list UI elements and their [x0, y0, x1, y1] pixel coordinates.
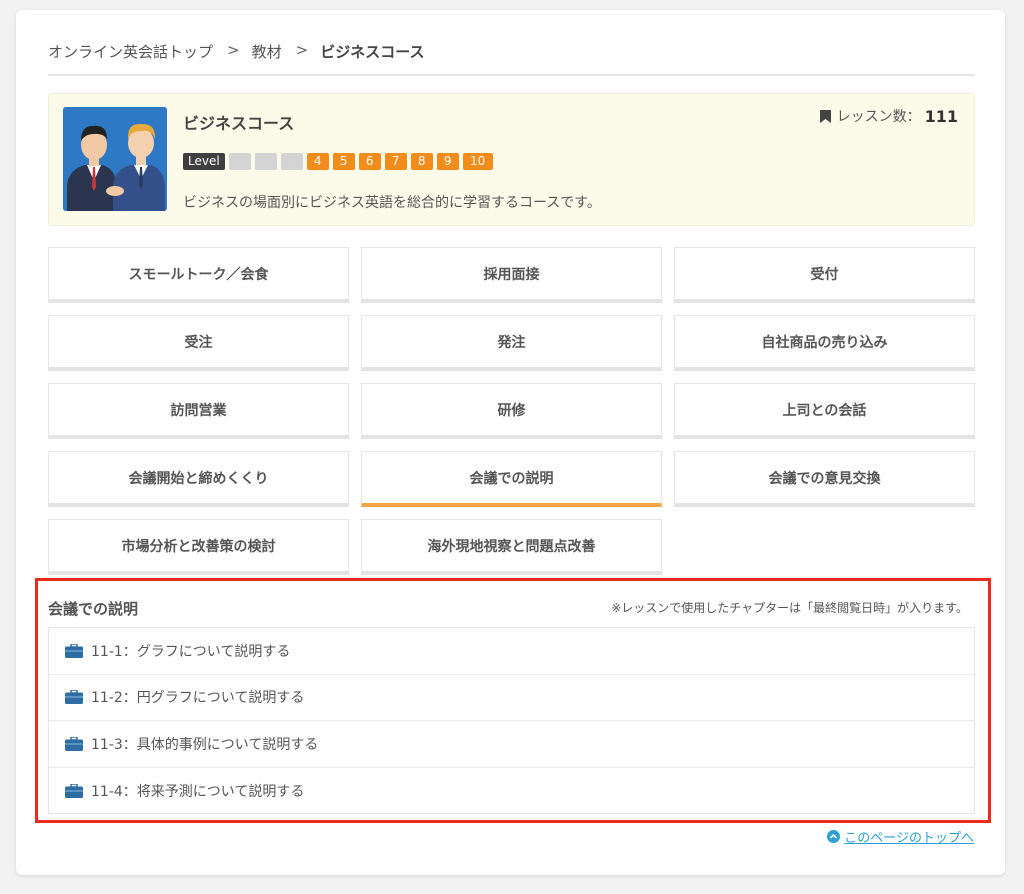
- level-box: 10: [462, 153, 493, 170]
- chapter-button[interactable]: 市場分析と改善策の検討: [48, 519, 349, 575]
- chapter-button[interactable]: 採用面接: [361, 247, 662, 303]
- briefcase-icon: [65, 690, 83, 705]
- lesson-item[interactable]: 11-1：グラフについて説明する: [49, 628, 974, 675]
- chapter-button[interactable]: 自社商品の売り込み: [674, 315, 975, 371]
- chapter-button[interactable]: 上司との会話: [674, 383, 975, 439]
- level-box: [254, 153, 277, 170]
- breadcrumb: オンライン英会話トップ > 教材 > ビジネスコース: [48, 41, 975, 76]
- chapter-button[interactable]: 発注: [361, 315, 662, 371]
- course-summary: ビジネスコース レッスン数： 111 Level 4 5 6 7 8 9 10 …: [48, 93, 975, 226]
- level-box: 9: [436, 153, 459, 170]
- course-description: ビジネスの場面別にビジネス英語を総合的に学習するコースです。: [183, 195, 601, 211]
- breadcrumb-home-link[interactable]: オンライン英会話トップ: [48, 41, 213, 62]
- lesson-count-value: 111: [924, 106, 958, 126]
- lessons-section-title: 会議での説明: [48, 600, 139, 618]
- breadcrumb-materials-link[interactable]: 教材: [252, 41, 282, 62]
- level-indicator: Level 4 5 6 7 8 9 10: [183, 153, 493, 170]
- lesson-label: 11-1：グラフについて説明する: [91, 643, 291, 660]
- chapter-button[interactable]: 海外現地視察と問題点改善: [361, 519, 662, 575]
- chevron-up-icon: [827, 830, 841, 843]
- level-box: 7: [384, 153, 407, 170]
- level-box: 4: [306, 153, 329, 170]
- briefcase-icon: [65, 783, 83, 798]
- lesson-label: 11-2：円グラフについて説明する: [91, 690, 305, 707]
- briefcase-icon: [65, 643, 83, 658]
- lesson-item[interactable]: 11-2：円グラフについて説明する: [49, 675, 974, 721]
- level-box: 8: [410, 153, 433, 170]
- breadcrumb-separator: >: [227, 41, 240, 59]
- chapter-button[interactable]: 研修: [361, 383, 662, 439]
- lesson-label: 11-4：将来予測について説明する: [91, 783, 305, 800]
- chapter-button[interactable]: 受注: [48, 315, 349, 371]
- chapter-button[interactable]: 会議での意見交換: [674, 451, 975, 507]
- lesson-item[interactable]: 11-4：将来予測について説明する: [49, 768, 974, 815]
- breadcrumb-current: ビジネスコース: [320, 43, 425, 61]
- lesson-label: 11-3：具体的事例について説明する: [91, 736, 319, 753]
- lesson-item[interactable]: 11-3：具体的事例について説明する: [49, 721, 974, 768]
- chapter-button[interactable]: スモールトーク／会食: [48, 247, 349, 303]
- chapter-button[interactable]: 会議開始と締めくくり: [48, 451, 349, 507]
- lesson-count-label: レッスン数：: [836, 109, 921, 125]
- back-to-top-label: このページのトップへ: [844, 831, 974, 846]
- level-box: [228, 153, 251, 170]
- course-title: ビジネスコース: [183, 114, 295, 133]
- level-box: 6: [358, 153, 381, 170]
- lesson-list: 11-1：グラフについて説明する 11-2：円グラフについて説明する 11-3：…: [48, 627, 975, 814]
- briefcase-icon: [65, 736, 83, 751]
- lesson-count: レッスン数： 111: [819, 106, 958, 126]
- course-thumbnail: [63, 107, 167, 211]
- level-box: 5: [332, 153, 355, 170]
- chapter-button-active[interactable]: 会議での説明: [361, 451, 662, 507]
- lessons-section-note: ※レッスンで使用したチャプターは「最終閲覧日時」が入ります。: [611, 601, 968, 615]
- breadcrumb-separator: >: [295, 41, 309, 59]
- bookmark-icon: [819, 109, 831, 123]
- level-label: Level: [183, 153, 225, 170]
- level-box: [280, 153, 303, 170]
- chapter-button[interactable]: 訪問営業: [48, 383, 349, 439]
- chapter-button[interactable]: 受付: [674, 247, 975, 303]
- back-to-top-link[interactable]: このページのトップへ: [827, 827, 974, 846]
